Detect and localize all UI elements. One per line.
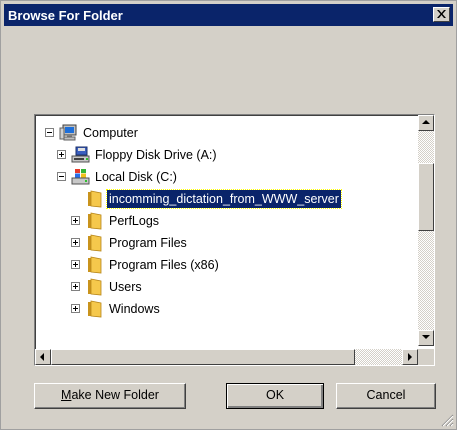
- scroll-up-button[interactable]: [418, 115, 434, 131]
- folder-icon: [88, 190, 102, 208]
- arrow-up-icon: [422, 120, 430, 124]
- scroll-down-button[interactable]: [418, 330, 434, 346]
- horizontal-scroll-thumb[interactable]: [51, 349, 355, 365]
- tree-item-perflogs[interactable]: PerfLogs: [37, 211, 417, 233]
- expand-toggle[interactable]: [71, 282, 80, 291]
- folder-tree-view[interactable]: Computer Floppy Disk Drive (A:) Local Di…: [34, 114, 435, 366]
- expand-toggle[interactable]: [71, 260, 80, 269]
- folder-icon: [88, 256, 102, 274]
- tree-item-label: Users: [109, 280, 142, 294]
- collapse-toggle[interactable]: [45, 128, 54, 137]
- mnemonic-char: M: [61, 388, 72, 402]
- tree-item-program-files-x86[interactable]: Program Files (x86): [37, 255, 417, 277]
- tree-item-label: Floppy Disk Drive (A:): [95, 148, 217, 162]
- tree-item-windows[interactable]: Windows: [37, 299, 417, 321]
- tree-item-incomming-dictation[interactable]: incomming_dictation_from_WWW_server: [37, 189, 417, 211]
- tree-item-label: incomming_dictation_from_WWW_server: [106, 189, 342, 209]
- scroll-right-button[interactable]: [402, 349, 418, 365]
- ok-button[interactable]: OK: [226, 383, 324, 409]
- button-label: OK: [265, 388, 285, 402]
- expand-toggle[interactable]: [71, 238, 80, 247]
- tree-item-label: Windows: [109, 302, 160, 316]
- close-button[interactable]: [433, 7, 450, 22]
- vertical-scroll-thumb[interactable]: [418, 163, 434, 231]
- button-label: ake New Folder: [71, 388, 159, 402]
- button-label: Cancel: [366, 388, 406, 402]
- make-new-folder-button[interactable]: Make New Folder: [34, 383, 186, 409]
- tree-item-label: Program Files: [109, 236, 187, 250]
- resize-grip-icon[interactable]: [440, 413, 454, 427]
- horizontal-scrollbar[interactable]: [35, 349, 418, 365]
- tree-item-label: Local Disk (C:): [95, 170, 177, 184]
- tree-item-users[interactable]: Users: [37, 277, 417, 299]
- cancel-button[interactable]: Cancel: [336, 383, 436, 409]
- tree-item-computer[interactable]: Computer: [37, 123, 417, 145]
- scroll-left-button[interactable]: [35, 349, 51, 365]
- expand-toggle[interactable]: [57, 150, 66, 159]
- expand-toggle[interactable]: [71, 216, 80, 225]
- folder-tree-viewport: Computer Floppy Disk Drive (A:) Local Di…: [37, 117, 418, 346]
- tree-item-label: PerfLogs: [109, 214, 160, 228]
- folder-icon: [88, 212, 102, 230]
- vertical-scrollbar[interactable]: [418, 115, 434, 346]
- browse-for-folder-dialog: Browse For Folder Computer Floppy Disk D…: [0, 0, 457, 430]
- tree-item-program-files[interactable]: Program Files: [37, 233, 417, 255]
- tree-item-floppy-drive[interactable]: Floppy Disk Drive (A:): [37, 145, 417, 167]
- window-title: Browse For Folder: [8, 8, 123, 23]
- close-icon: [437, 10, 446, 18]
- scrollbar-corner: [418, 349, 434, 365]
- collapse-toggle[interactable]: [57, 172, 66, 181]
- folder-icon: [88, 300, 102, 318]
- computer-icon: [59, 124, 77, 141]
- expand-toggle[interactable]: [71, 304, 80, 313]
- tree-item-label: Program Files (x86): [109, 258, 219, 272]
- title-bar[interactable]: Browse For Folder: [4, 4, 453, 26]
- tree-item-label: Computer: [83, 126, 138, 140]
- arrow-left-icon: [40, 353, 44, 361]
- folder-icon: [88, 234, 102, 252]
- local-disk-icon: [71, 169, 90, 185]
- tree-item-local-disk[interactable]: Local Disk (C:): [37, 167, 417, 189]
- folder-icon: [88, 278, 102, 296]
- floppy-drive-icon: [71, 146, 90, 163]
- arrow-right-icon: [408, 353, 412, 361]
- arrow-down-icon: [422, 335, 430, 339]
